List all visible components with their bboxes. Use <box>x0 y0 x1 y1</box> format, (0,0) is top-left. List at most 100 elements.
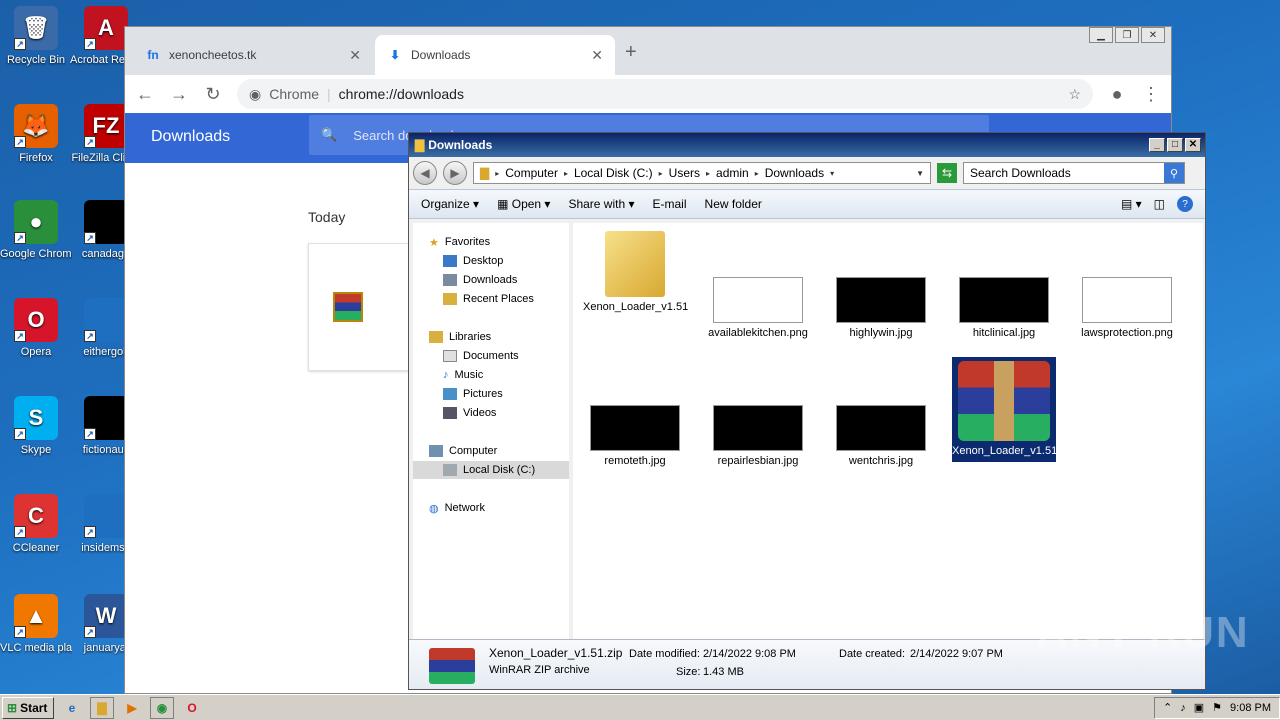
opera-taskbar-icon[interactable]: O <box>180 697 204 719</box>
file-item[interactable]: availablekitchen.png <box>706 277 810 340</box>
file-item[interactable]: highlywin.jpg <box>829 277 933 340</box>
folder-icon <box>605 231 665 297</box>
close-tab-icon[interactable]: ✕ <box>349 47 361 64</box>
desktop-icon-label: CCleaner <box>12 542 60 554</box>
detail-filename: Xenon_Loader_v1.51.zip <box>489 646 623 660</box>
taskbar: ⊞ Start e ▇ ▶ ◉ O ⌃ ♪ ▣ ⚑ 9:08 PM <box>0 694 1280 720</box>
nav-desktop[interactable]: Desktop <box>443 252 503 270</box>
desktop-icon-skype[interactable]: S ↗ Skype <box>0 396 72 457</box>
breadcrumb-item[interactable]: Downloads <box>765 166 824 180</box>
tab-xenoncheetos[interactable]: fn xenoncheetos.tk ✕ <box>133 35 373 75</box>
folder-icon: ▇ <box>415 138 425 152</box>
file-item-selected[interactable]: Xenon_Loader_v1.51.zip <box>952 357 1074 462</box>
profile-icon[interactable]: ● <box>1107 84 1127 105</box>
share-with-button[interactable]: Share with ▾ <box>568 197 634 211</box>
open-button[interactable]: ▦ Open ▾ <box>497 197 550 211</box>
minimize-icon[interactable]: _ <box>1149 138 1165 152</box>
chrome-toolbar: ← → ↻ ◉ Chrome | chrome://downloads ☆ ● … <box>125 75 1171 113</box>
file-item[interactable]: remoteth.jpg <box>583 405 687 468</box>
nav-recent-places[interactable]: Recent Places <box>443 290 534 308</box>
videos-icon <box>443 407 457 419</box>
tab-title: Downloads <box>411 48 471 62</box>
chrome-taskbar-icon[interactable]: ◉ <box>150 696 174 719</box>
back-icon[interactable]: ← <box>135 84 155 105</box>
nav-network[interactable]: ◍ Network <box>429 499 485 517</box>
app-icon: A ↗ <box>84 6 128 50</box>
chevron-down-icon[interactable]: ▼ <box>916 169 924 178</box>
chevron-up-icon[interactable]: ⌃ <box>1163 701 1172 714</box>
forward-icon[interactable]: → <box>169 84 189 105</box>
nav-computer[interactable]: Computer <box>429 442 497 460</box>
volume-icon[interactable]: ♪ <box>1180 702 1186 714</box>
preview-pane-icon[interactable]: ◫ <box>1154 197 1165 211</box>
nav-music[interactable]: ♪ Music <box>443 366 483 384</box>
media-player-icon[interactable]: ▶ <box>120 697 144 719</box>
nav-favorites[interactable]: ★ Favorites <box>429 233 490 251</box>
new-tab-icon[interactable]: + <box>625 41 637 64</box>
tab-downloads[interactable]: ⬇ Downloads ✕ <box>375 35 615 75</box>
nav-downloads[interactable]: Downloads <box>443 271 517 289</box>
new-folder-button[interactable]: New folder <box>705 197 762 211</box>
refresh-icon[interactable]: ⇆ <box>937 163 957 183</box>
app-icon: ↗ <box>84 396 128 440</box>
breadcrumb-item[interactable]: Computer <box>505 166 558 180</box>
search-icon[interactable]: ⚲ <box>1164 163 1184 183</box>
breadcrumb-item[interactable]: Users <box>669 166 700 180</box>
menu-icon[interactable]: ⋮ <box>1141 84 1161 105</box>
back-icon[interactable]: ◀ <box>413 161 437 185</box>
minimize-icon[interactable]: ▁ <box>1089 27 1113 43</box>
desktop-icon-recycle-bin[interactable]: 🗑 ↗ Recycle Bin <box>0 6 72 67</box>
file-item[interactable]: repairlesbian.jpg <box>706 405 810 468</box>
help-icon[interactable]: ? <box>1177 196 1193 212</box>
clock[interactable]: 9:08 PM <box>1230 702 1271 714</box>
detail-modified: 2/14/2022 9:08 PM <box>703 648 796 660</box>
star-icon[interactable]: ☆ <box>1068 86 1081 103</box>
nav-local-disk[interactable]: Local Disk (C:) <box>413 461 569 479</box>
close-icon[interactable]: ✕ <box>1141 27 1165 43</box>
music-icon: ♪ <box>443 369 449 381</box>
breadcrumb-item[interactable]: admin <box>716 166 749 180</box>
file-item[interactable]: Xenon_Loader_v1.51 <box>583 231 688 314</box>
image-thumbnail <box>590 405 680 451</box>
folder-icon: ▇ <box>480 166 490 180</box>
nav-libraries[interactable]: Libraries <box>429 328 491 346</box>
close-tab-icon[interactable]: ✕ <box>591 47 603 64</box>
reload-icon[interactable]: ↻ <box>203 84 223 105</box>
desktop-icon-ccleaner[interactable]: C ↗ CCleaner <box>0 494 72 555</box>
nav-pictures[interactable]: Pictures <box>443 385 503 403</box>
email-button[interactable]: E-mail <box>653 197 687 211</box>
breadcrumb-item[interactable]: Local Disk (C:) <box>574 166 653 180</box>
desktop-icon-vlc-media-player[interactable]: ▲↗ VLC media player <box>0 594 72 655</box>
nav-videos[interactable]: Videos <box>443 404 496 422</box>
file-item[interactable]: hitclinical.jpg <box>952 277 1056 340</box>
maximize-icon[interactable]: □ <box>1167 138 1183 152</box>
network-tray-icon[interactable]: ▣ <box>1194 701 1204 714</box>
desktop-icon-opera[interactable]: O ↗ Opera <box>0 298 72 359</box>
desktop-icon-google-chrome[interactable]: ● ↗ Google Chrome <box>0 200 72 261</box>
address-bar: ◀ ▶ ▇ ▸ Computer ▸ Local Disk (C:) ▸ Users … <box>409 157 1205 189</box>
restore-icon[interactable]: ❐ <box>1115 27 1139 43</box>
flag-icon[interactable]: ⚑ <box>1212 701 1222 714</box>
desktop-icon-label: Opera <box>20 346 52 358</box>
file-item[interactable]: lawsprotection.png <box>1075 277 1179 340</box>
omnibox[interactable]: ◉ Chrome | chrome://downloads ☆ <box>237 79 1093 109</box>
search-input[interactable]: Search Downloads ⚲ <box>963 162 1185 184</box>
shortcut-arrow-icon: ↗ <box>14 232 26 244</box>
forward-icon[interactable]: ▶ <box>443 161 467 185</box>
computer-icon <box>429 445 443 457</box>
shortcut-arrow-icon: ↗ <box>14 330 26 342</box>
breadcrumb[interactable]: ▇ ▸ Computer ▸ Local Disk (C:) ▸ Users ▸ adm… <box>473 162 931 184</box>
desktop-icon-firefox[interactable]: 🦊 ↗ Firefox <box>0 104 72 165</box>
view-options-icon[interactable]: ▤ ▾ <box>1121 197 1142 211</box>
ie-icon[interactable]: e <box>60 697 84 719</box>
nav-documents[interactable]: Documents <box>443 347 519 365</box>
explorer-taskbar-icon[interactable]: ▇ <box>90 696 114 719</box>
winrar-icon <box>958 361 1050 441</box>
organize-button[interactable]: Organize ▾ <box>421 197 479 211</box>
detail-modified-label: Date modified: <box>629 648 700 660</box>
detail-created-label: Date created: <box>839 648 906 660</box>
close-icon[interactable]: ✕ <box>1185 138 1201 152</box>
network-icon: ◍ <box>429 502 439 515</box>
file-item[interactable]: wentchris.jpg <box>829 405 933 468</box>
start-button[interactable]: ⊞ Start <box>2 696 54 719</box>
